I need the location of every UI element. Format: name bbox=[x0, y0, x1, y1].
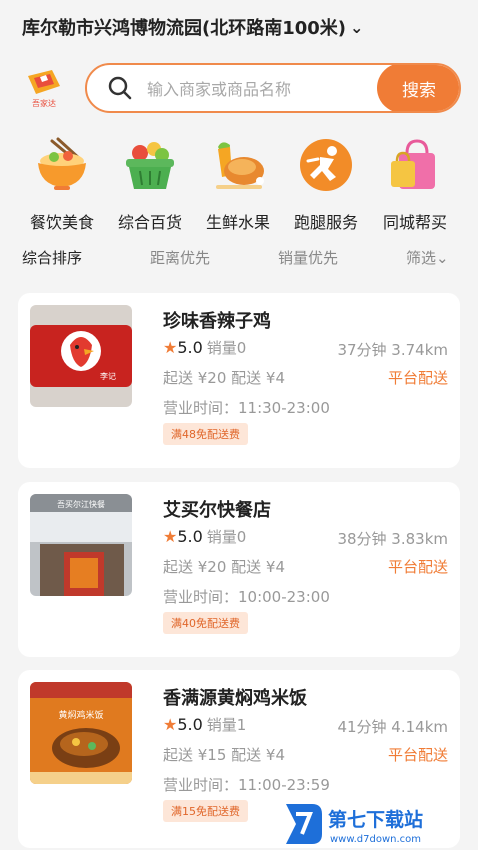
search-button[interactable]: 搜索 bbox=[377, 65, 459, 111]
store-name: 珍味香辣子鸡 bbox=[163, 311, 271, 332]
star-icon: ★ bbox=[163, 527, 178, 546]
business-hours: 营业时间：10:00-23:00 bbox=[163, 588, 330, 606]
category-label: 同城帮买 bbox=[382, 213, 447, 232]
runner-icon bbox=[300, 139, 352, 191]
rating-score: 5.0 bbox=[177, 527, 203, 546]
filter-dropdown[interactable]: 筛选⌄ bbox=[406, 247, 449, 268]
category-grid: 餐饮美食 综合百货 生鲜水果 跑腿服务 同城帮买 bbox=[0, 135, 478, 233]
promo-badge: 满40免配送费 bbox=[163, 612, 248, 634]
location-selector[interactable]: 库尔勒市兴鸿博物流园(北环路南100米) ⌄ bbox=[22, 14, 363, 40]
store-card[interactable]: 吾买尔江快餐 艾买尔快餐店 ★5.0 销量0 38分钟 3.83km 起送 ¥20… bbox=[18, 482, 460, 657]
delivery-eta-distance: 38分钟 3.83km bbox=[337, 530, 448, 548]
food-bowl-icon bbox=[38, 137, 86, 190]
promo-badge: 满48免配送费 bbox=[163, 423, 248, 445]
store-card[interactable]: 李记 珍味香辣子鸡 ★5.0 销量0 37分钟 3.74km 起送 ¥20 配送 … bbox=[18, 293, 460, 468]
category-buy-for-me[interactable]: 同城帮买 bbox=[370, 135, 460, 233]
sales-count: 销量1 bbox=[206, 716, 247, 734]
basket-icon bbox=[126, 142, 174, 189]
app-logo: 吾家达 bbox=[22, 68, 66, 108]
category-label: 跑腿服务 bbox=[293, 213, 358, 232]
rating-score: 5.0 bbox=[177, 338, 203, 357]
thumb-text: 吾买尔江快餐 bbox=[57, 499, 105, 509]
search-icon bbox=[108, 76, 132, 100]
rating-score: 5.0 bbox=[177, 715, 203, 734]
category-label: 综合百货 bbox=[117, 213, 182, 232]
category-label: 餐饮美食 bbox=[29, 213, 94, 232]
search-bar[interactable]: 输入商家或商品名称 搜索 bbox=[85, 63, 461, 113]
search-input[interactable]: 输入商家或商品名称 bbox=[147, 76, 377, 100]
store-rating: ★5.0 销量0 bbox=[163, 337, 246, 358]
star-icon: ★ bbox=[163, 338, 178, 357]
delivery-fees: 起送 ¥20 配送 ¥4 bbox=[163, 558, 286, 576]
star-icon: ★ bbox=[163, 715, 178, 734]
sort-distance[interactable]: 距离优先 bbox=[150, 247, 210, 268]
store-name: 艾买尔快餐店 bbox=[163, 500, 271, 521]
fresh-chicken-icon bbox=[216, 142, 264, 189]
store-thumbnail: 吾买尔江快餐 bbox=[30, 494, 132, 596]
category-errand[interactable]: 跑腿服务 bbox=[281, 135, 371, 233]
business-hours: 营业时间：11:00-23:59 bbox=[163, 776, 330, 794]
delivery-type: 平台配送 bbox=[387, 369, 448, 387]
watermark: 第七下载站 www.d7down.com bbox=[282, 800, 472, 848]
watermark-url: www.d7down.com bbox=[330, 834, 421, 845]
chevron-down-icon: ⌄ bbox=[350, 17, 364, 37]
sales-count: 销量0 bbox=[206, 339, 247, 357]
thumb-text: 黄焖鸡米饭 bbox=[58, 709, 103, 721]
sort-comprehensive[interactable]: 综合排序 bbox=[22, 247, 82, 268]
store-thumbnail: 李记 bbox=[30, 305, 132, 407]
business-hours: 营业时间：11:30-23:00 bbox=[163, 399, 330, 417]
delivery-fees: 起送 ¥15 配送 ¥4 bbox=[163, 746, 286, 764]
thumb-text: 李记 bbox=[100, 371, 116, 381]
category-fresh[interactable]: 生鲜水果 bbox=[193, 135, 283, 233]
promo-badge: 满15免配送费 bbox=[163, 800, 248, 822]
logo-text: 吾家达 bbox=[32, 98, 56, 108]
delivery-eta-distance: 37分钟 3.74km bbox=[337, 341, 448, 359]
category-label: 生鲜水果 bbox=[205, 213, 270, 232]
watermark-title: 第七下载站 bbox=[328, 808, 423, 831]
delivery-type: 平台配送 bbox=[387, 746, 448, 764]
delivery-eta-distance: 41分钟 4.14km bbox=[337, 718, 448, 736]
store-name: 香满源黄焖鸡米饭 bbox=[163, 688, 307, 709]
sort-sales[interactable]: 销量优先 bbox=[278, 247, 338, 268]
sort-bar: 综合排序 距离优先 销量优先 筛选⌄ bbox=[0, 247, 478, 271]
store-thumbnail: 黄焖鸡米饭 bbox=[30, 682, 132, 784]
delivery-fees: 起送 ¥20 配送 ¥4 bbox=[163, 369, 286, 387]
location-address: 库尔勒市兴鸿博物流园(北环路南100米) bbox=[22, 18, 347, 39]
store-rating: ★5.0 销量0 bbox=[163, 526, 246, 547]
sales-count: 销量0 bbox=[206, 528, 247, 546]
delivery-type: 平台配送 bbox=[387, 558, 448, 576]
store-rating: ★5.0 销量1 bbox=[163, 714, 246, 735]
shopping-bag-icon bbox=[391, 139, 435, 189]
category-food[interactable]: 餐饮美食 bbox=[17, 135, 107, 233]
category-groceries[interactable]: 综合百货 bbox=[105, 135, 195, 233]
